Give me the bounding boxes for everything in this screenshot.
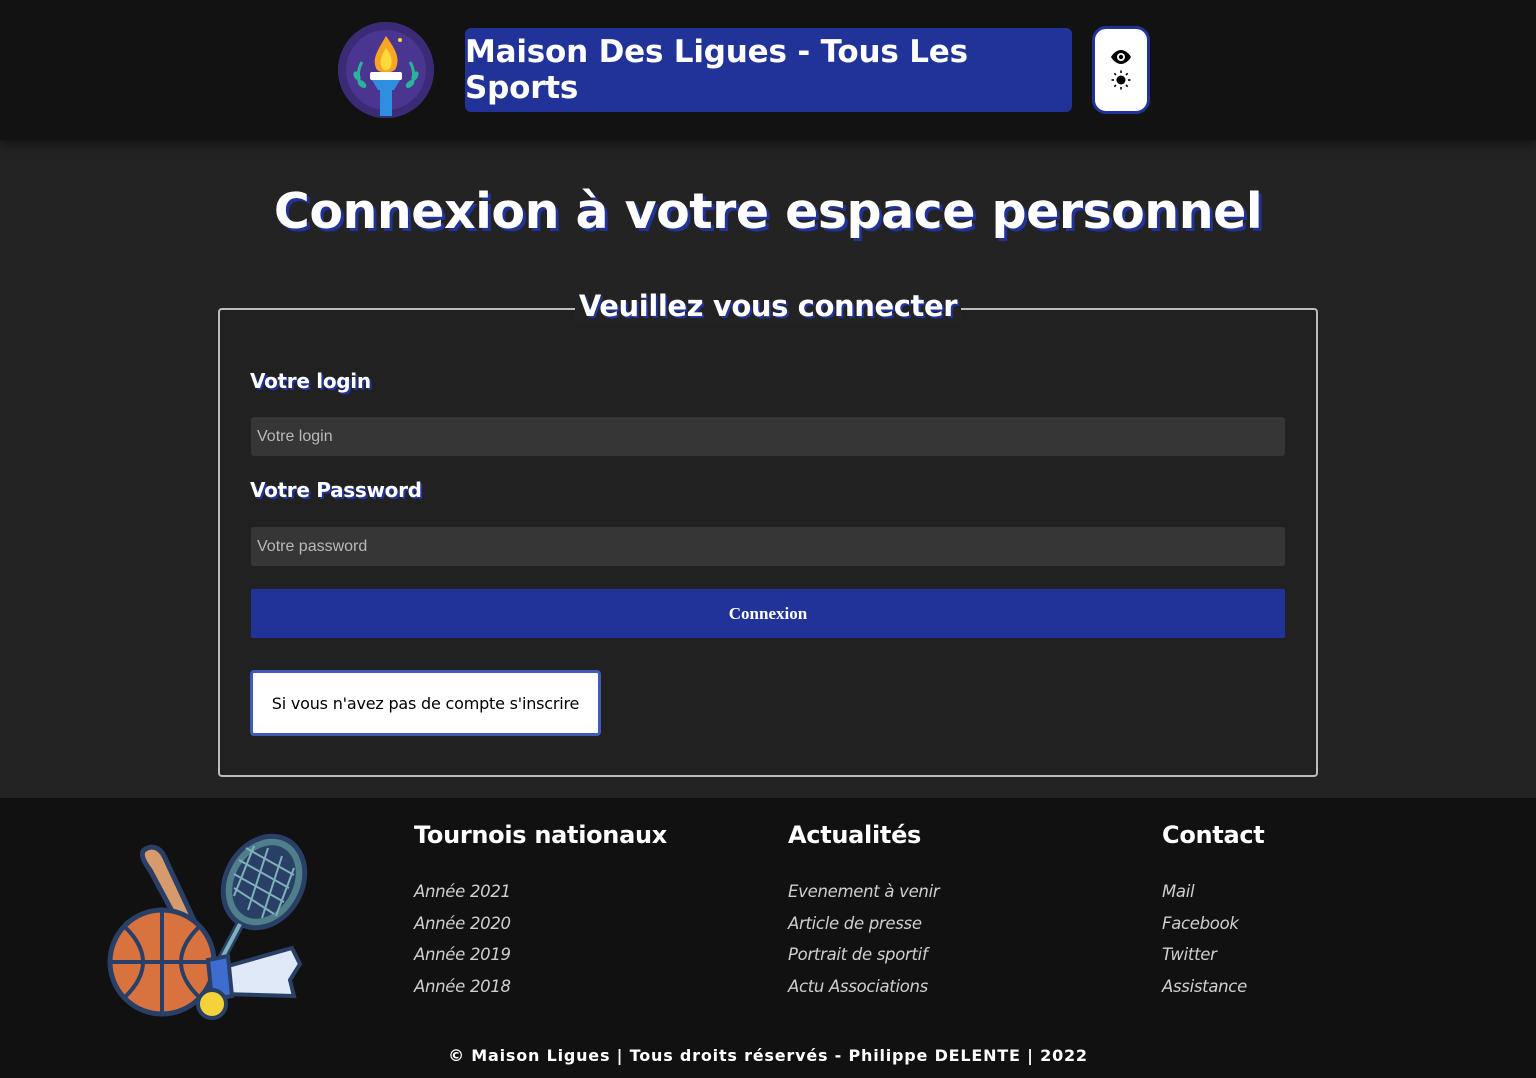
footer-link[interactable]: Année 2021: [414, 880, 667, 912]
login-label: Votre login: [250, 369, 371, 393]
footer-link[interactable]: Actu Associations: [788, 975, 939, 1007]
copyright-text: © Maison Ligues | Tous droits réservés -…: [448, 1046, 1088, 1065]
accessibility-toggle[interactable]: [1092, 26, 1150, 114]
footer-link[interactable]: Twitter: [1162, 943, 1264, 975]
page-title: Connexion à votre espace personnel: [273, 183, 1263, 240]
sports-equipment-icon: [107, 833, 308, 1020]
password-label: Votre Password: [250, 478, 422, 502]
footer-column-title: Contact: [1162, 821, 1265, 849]
footer-column-tournois: Tournois nationaux Année 2021 Année 2020…: [414, 820, 667, 1007]
site-header: Maison Des Ligues - Tous Les Sports: [0, 0, 1536, 140]
footer-link[interactable]: Assistance: [1162, 975, 1264, 1007]
footer-column-contact: Contact Mail Facebook Twitter Assistance: [1162, 820, 1265, 1007]
login-input[interactable]: [251, 417, 1285, 456]
form-legend-text: Veuillez vous connecter: [574, 289, 962, 323]
footer-column-actualites: Actualités Evenement à venir Article de …: [788, 820, 940, 1007]
footer-link[interactable]: Article de presse: [788, 912, 939, 944]
torch-logo-icon[interactable]: [338, 22, 434, 118]
password-input[interactable]: [251, 527, 1285, 566]
connexion-button[interactable]: Connexion: [251, 589, 1285, 638]
footer-column-title: Actualités: [788, 821, 922, 849]
footer-link[interactable]: Année 2020: [414, 912, 667, 944]
form-legend: Veuillez vous connecter: [0, 289, 1536, 323]
footer-link[interactable]: Facebook: [1162, 912, 1264, 944]
footer-link[interactable]: Mail: [1162, 880, 1264, 912]
footer-link[interactable]: Portrait de sportif: [788, 943, 939, 975]
site-title[interactable]: Maison Des Ligues - Tous Les Sports: [465, 28, 1072, 112]
footer-column-title: Tournois nationaux: [414, 821, 667, 849]
eye-icon[interactable]: [1110, 50, 1132, 64]
footer-link[interactable]: Année 2019: [414, 943, 667, 975]
footer-link[interactable]: Evenement à venir: [788, 880, 940, 912]
register-button[interactable]: Si vous n'avez pas de compte s'inscrire: [250, 670, 601, 736]
sun-icon[interactable]: [1111, 70, 1131, 90]
footer-link[interactable]: Année 2018: [414, 975, 667, 1007]
